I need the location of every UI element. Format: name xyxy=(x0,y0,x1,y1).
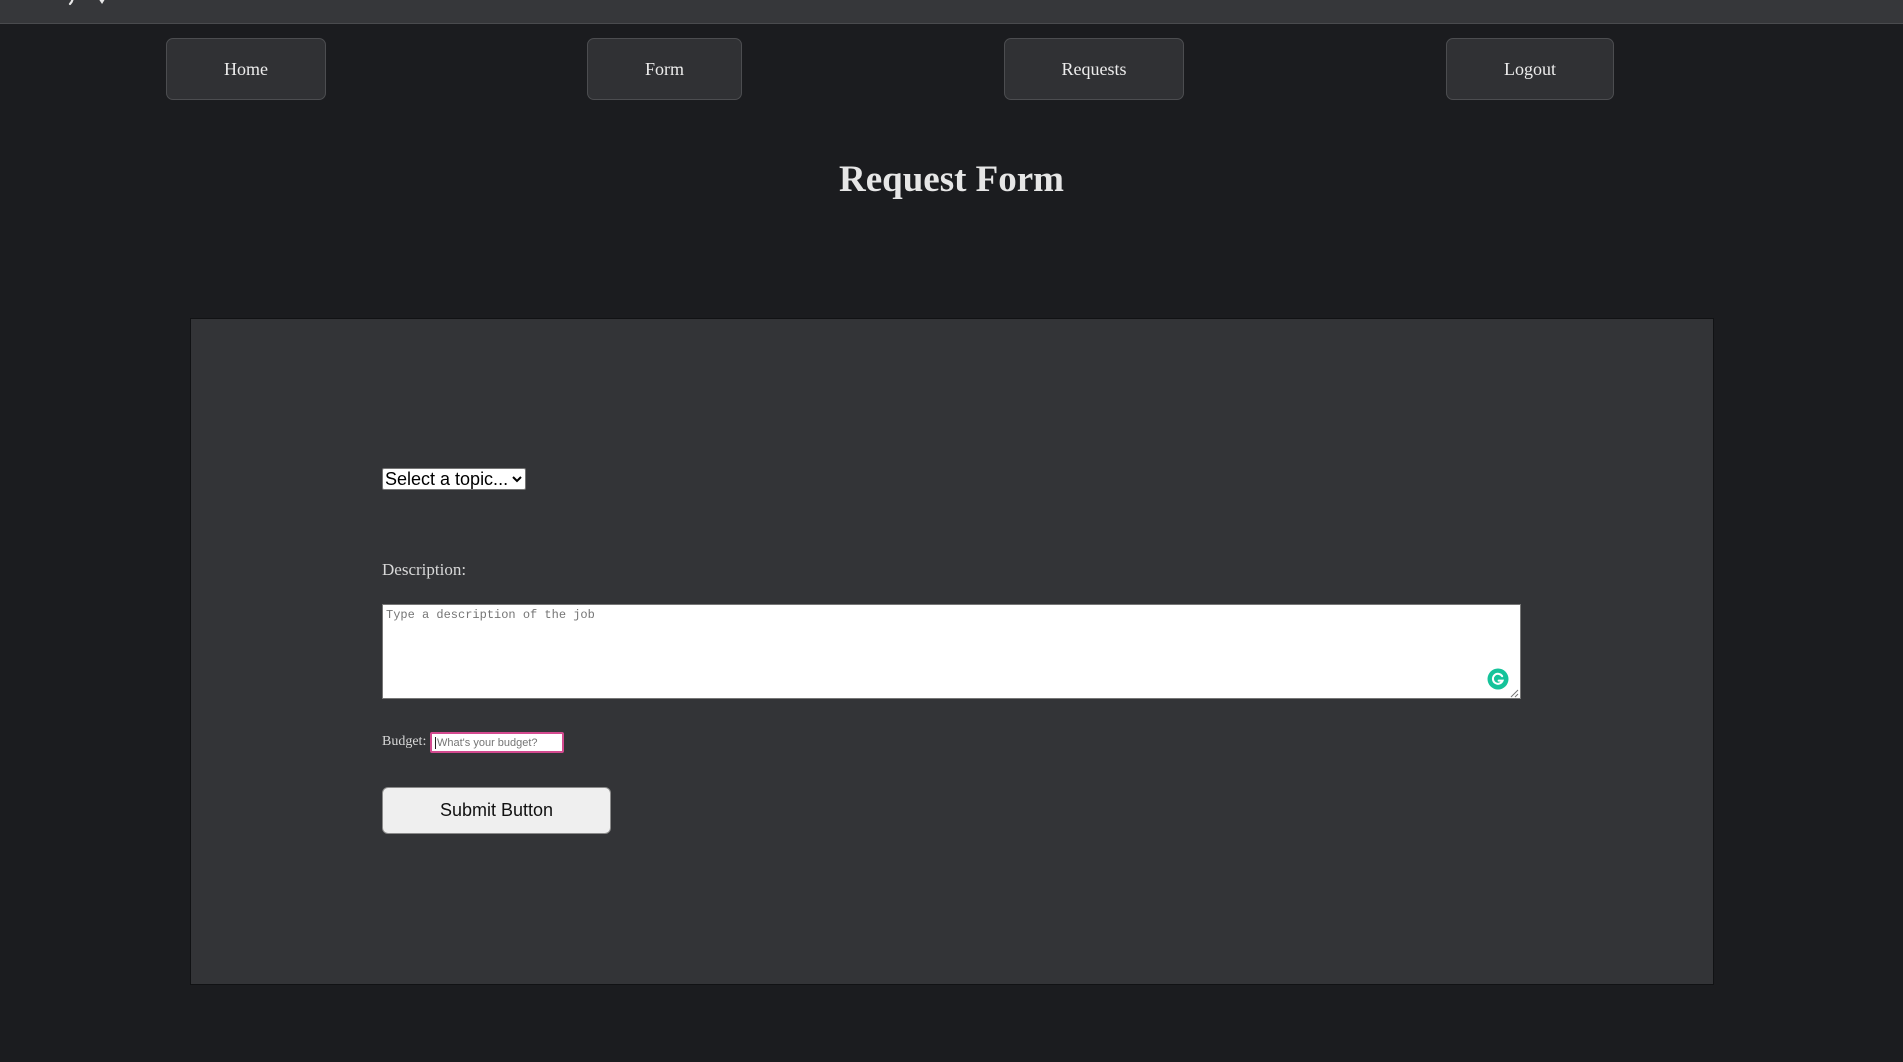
text-caret xyxy=(435,736,436,749)
logo-icon xyxy=(68,0,105,6)
nav-form-button[interactable]: Form xyxy=(587,38,742,100)
grammarly-icon[interactable] xyxy=(1487,668,1509,690)
chevron-down-icon xyxy=(512,476,522,483)
resize-handle-icon[interactable] xyxy=(1509,688,1519,698)
budget-label: Budget: xyxy=(382,734,427,749)
budget-input[interactable]: What's your budget? xyxy=(430,732,564,753)
nav-requests-label: Requests xyxy=(1061,58,1127,79)
description-placeholder: Type a description of the job xyxy=(386,608,595,622)
description-textarea[interactable]: Type a description of the job xyxy=(382,604,1521,699)
budget-placeholder: What's your budget? xyxy=(437,736,538,749)
submit-button[interactable]: Submit Button xyxy=(382,787,611,834)
nav-logout-button[interactable]: Logout xyxy=(1446,38,1614,100)
topic-select-value: Select a topic... xyxy=(385,469,509,489)
nav-logout-label: Logout xyxy=(1504,58,1556,79)
page-title: Request Form xyxy=(838,159,1065,200)
nav-home-label: Home xyxy=(224,58,268,79)
nav-home-button[interactable]: Home xyxy=(166,38,326,100)
topic-select[interactable]: Select a topic... xyxy=(382,468,526,490)
nav-requests-button[interactable]: Requests xyxy=(1004,38,1184,100)
description-label: Description: xyxy=(382,560,467,579)
top-bar xyxy=(0,0,1903,24)
nav-form-label: Form xyxy=(644,58,684,79)
submit-button-label: Submit Button xyxy=(439,800,554,820)
